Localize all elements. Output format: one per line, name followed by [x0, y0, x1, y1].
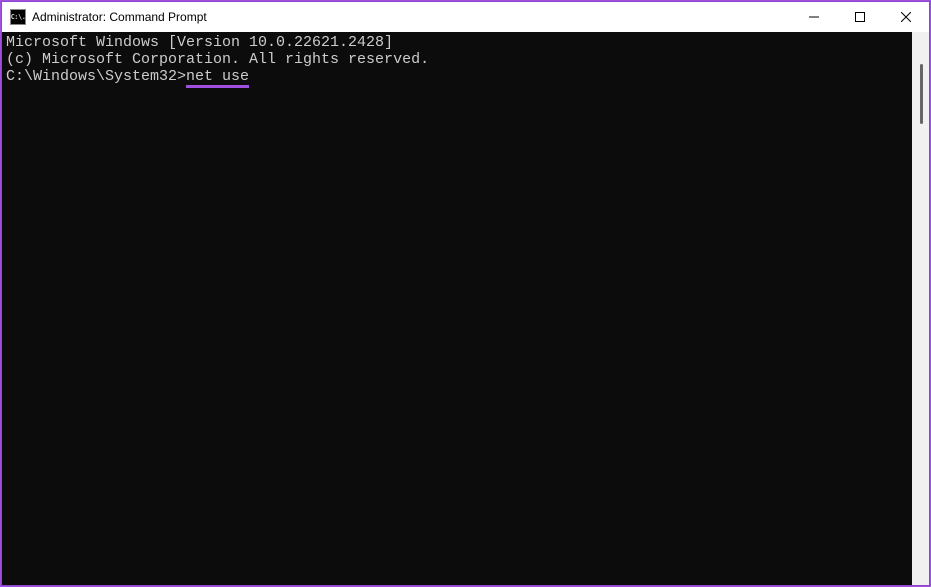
minimize-button[interactable] — [791, 2, 837, 32]
prompt-path: C:\Windows\System32> — [6, 68, 186, 85]
minimize-icon — [809, 12, 819, 22]
scrollbar-thumb[interactable] — [920, 64, 923, 124]
titlebar[interactable]: C:\. Administrator: Command Prompt — [2, 2, 929, 32]
copyright-line: (c) Microsoft Corporation. All rights re… — [6, 51, 908, 68]
maximize-button[interactable] — [837, 2, 883, 32]
app-icon: C:\. — [10, 9, 26, 25]
window-controls — [791, 2, 929, 32]
prompt-line: C:\Windows\System32>net use — [6, 68, 908, 88]
scrollbar[interactable] — [912, 32, 929, 585]
window-title: Administrator: Command Prompt — [32, 10, 791, 24]
close-icon — [901, 12, 911, 22]
terminal-area: Microsoft Windows [Version 10.0.22621.24… — [2, 32, 929, 585]
terminal-output[interactable]: Microsoft Windows [Version 10.0.22621.24… — [2, 32, 912, 585]
close-button[interactable] — [883, 2, 929, 32]
typed-command: net use — [186, 68, 249, 88]
version-line: Microsoft Windows [Version 10.0.22621.24… — [6, 34, 908, 51]
maximize-icon — [855, 12, 865, 22]
command-prompt-window: C:\. Administrator: Command Prompt Micro… — [2, 2, 929, 585]
